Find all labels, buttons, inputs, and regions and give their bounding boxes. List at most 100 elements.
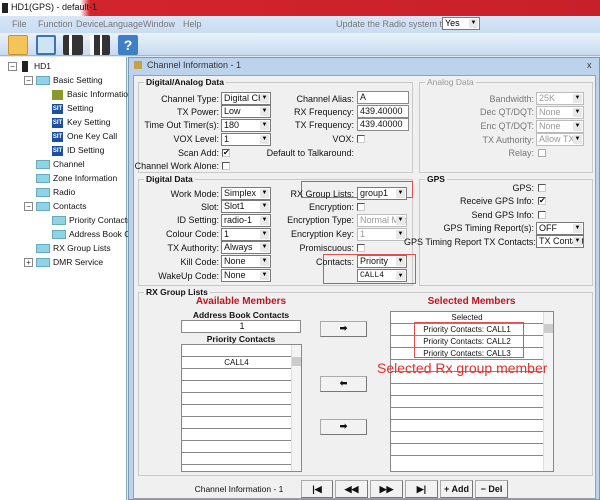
save-icon[interactable] — [36, 35, 56, 55]
rx-group-lists-select[interactable]: group1 ▼ — [357, 187, 407, 200]
send-gps-checkbox[interactable] — [538, 211, 546, 219]
previous-record-button[interactable]: ◀◀ — [335, 480, 368, 498]
address-book-input[interactable]: 1 — [181, 320, 301, 333]
promiscuous-checkbox[interactable] — [357, 244, 365, 252]
rx-frequency-input[interactable]: 439.40000 — [357, 105, 409, 118]
list-item[interactable] — [391, 396, 543, 408]
add-member-button-2[interactable]: ➡ — [320, 419, 367, 435]
bandwidth-select[interactable]: 25K ▼ — [536, 92, 584, 105]
folder-icon — [36, 202, 50, 212]
tree-item-rx-group-lists[interactable]: RX Group Lists — [36, 242, 111, 254]
relay-checkbox[interactable] — [538, 149, 546, 157]
priority-contacts-list[interactable]: CALL4 — [181, 344, 302, 472]
first-record-button[interactable]: |◀ — [301, 480, 333, 498]
address-book-label: Address Book Contacts — [192, 310, 290, 320]
list-item[interactable] — [182, 453, 291, 465]
channel-type-select[interactable]: Digital CH ▼ — [221, 92, 271, 105]
write-radio-icon[interactable] — [90, 35, 110, 55]
gps-tx-contacts-select[interactable]: TX Contact ▼ — [536, 235, 584, 248]
menu-device[interactable]: Device — [76, 19, 104, 29]
encryption-type-label: Encryption Type: — [287, 215, 354, 225]
enc-qt-select[interactable]: None ▼ — [536, 120, 584, 133]
tree-item-channel[interactable]: Channel — [36, 158, 85, 170]
list-item[interactable] — [391, 420, 543, 432]
tree-item-radio[interactable]: Radio — [36, 186, 75, 198]
last-record-button[interactable]: ▶| — [405, 480, 438, 498]
remove-member-button[interactable]: ⬅ — [320, 376, 367, 392]
collapse-icon[interactable]: − — [24, 76, 33, 85]
collapse-icon[interactable]: − — [24, 202, 33, 211]
gps-timing-select[interactable]: OFF ▼ — [536, 222, 584, 235]
tree-item-dmr-service[interactable]: DMR Service — [36, 256, 103, 268]
menu-window[interactable]: Window — [143, 19, 175, 29]
tree-item-hd1[interactable]: HD1 — [22, 60, 51, 73]
tree-item-basic-setting[interactable]: Basic Setting — [36, 74, 103, 86]
menu-help[interactable]: Help — [183, 19, 202, 29]
folder-icon — [36, 76, 50, 86]
encryption-checkbox[interactable] — [357, 203, 365, 211]
open-folder-icon[interactable] — [8, 35, 28, 55]
dec-qt-select[interactable]: None ▼ — [536, 106, 584, 119]
add-button[interactable]: + Add — [440, 480, 473, 498]
title-bar: HD1(GPS) - default-1 — [0, 0, 600, 16]
vox-checkbox[interactable] — [357, 135, 365, 143]
contacts-type-select[interactable]: Priority ▼ — [357, 255, 407, 268]
tree-item-one-key-call[interactable]: SIT One Key Call — [52, 130, 117, 142]
tree-item-id-setting[interactable]: SIT ID Setting — [52, 144, 104, 156]
list-item[interactable] — [391, 408, 543, 420]
list-item[interactable] — [391, 384, 543, 396]
list-item[interactable] — [391, 444, 543, 456]
list-item[interactable] — [182, 405, 291, 417]
analog-tx-authority-select[interactable]: Allow TX ▼ — [536, 133, 584, 146]
tree-item-key-setting[interactable]: SIT Key Setting — [52, 116, 110, 128]
encryption-key-select[interactable]: 1 ▼ — [357, 228, 407, 241]
tree-item-zone-information[interactable]: Zone Information — [36, 172, 117, 184]
tree-item-setting[interactable]: SIT Setting — [52, 102, 93, 114]
alias-input[interactable]: A — [357, 91, 409, 104]
tree-item-priority-contacts[interactable]: Priority Contacts — [52, 214, 131, 226]
scroll-thumb[interactable] — [292, 357, 301, 366]
chevron-down-icon: ▼ — [260, 271, 269, 280]
read-radio-icon[interactable] — [63, 35, 83, 55]
menu-file[interactable]: File — [12, 19, 27, 29]
tot-select[interactable]: 180 ▼ — [221, 119, 271, 132]
encryption-type-select[interactable]: Normal Moc ▼ — [357, 214, 407, 227]
close-icon[interactable]: x — [587, 58, 592, 72]
scrollbar[interactable] — [543, 312, 553, 471]
tx-frequency-input[interactable]: 439.40000 — [357, 118, 409, 131]
wakeup-code-select[interactable]: None ▼ — [221, 269, 271, 282]
list-item[interactable]: CALL4 — [182, 357, 291, 369]
update-time-select[interactable]: Yes ▼ — [442, 17, 480, 30]
select-value: 1 — [224, 134, 230, 144]
receive-gps-checkbox[interactable]: ✔ — [538, 197, 546, 205]
scrollbar[interactable] — [291, 345, 301, 471]
list-item[interactable] — [182, 393, 291, 405]
tx-power-select[interactable]: Low ▼ — [221, 105, 271, 118]
tree-label: Zone Information — [53, 173, 118, 183]
list-item[interactable] — [182, 381, 291, 393]
next-record-button[interactable]: ▶▶ — [370, 480, 403, 498]
list-item[interactable] — [182, 369, 291, 381]
tree-item-basic-information[interactable]: Basic Information — [52, 88, 133, 100]
tree-item-contacts[interactable]: Contacts — [36, 200, 87, 212]
gps-checkbox[interactable] — [538, 184, 546, 192]
scan-add-checkbox[interactable]: ✔ — [222, 149, 230, 157]
add-member-button[interactable]: ➡ — [320, 321, 367, 337]
menu-function[interactable]: Function — [38, 19, 73, 29]
list-item[interactable] — [391, 432, 543, 444]
menu-language[interactable]: Language — [103, 19, 143, 29]
collapse-icon[interactable]: − — [8, 62, 17, 71]
list-item[interactable] — [182, 417, 291, 429]
contacts-select[interactable]: CALL4 ▼ — [357, 269, 407, 282]
work-alone-checkbox[interactable] — [222, 162, 230, 170]
delete-button[interactable]: − Del — [475, 480, 508, 498]
tree-item-address-book[interactable]: Address Book Co — [52, 228, 135, 240]
help-icon[interactable]: ? — [118, 35, 138, 55]
list-item[interactable] — [182, 441, 291, 453]
list-item[interactable] — [182, 429, 291, 441]
scroll-thumb[interactable] — [544, 324, 553, 333]
vox-level-select[interactable]: 1 ▼ — [221, 133, 271, 146]
tree-label: Key Setting — [67, 117, 111, 127]
expand-icon[interactable]: + — [24, 258, 33, 267]
channel-information-window: Channel Information - 1 x Digital/Analog… — [128, 57, 600, 500]
